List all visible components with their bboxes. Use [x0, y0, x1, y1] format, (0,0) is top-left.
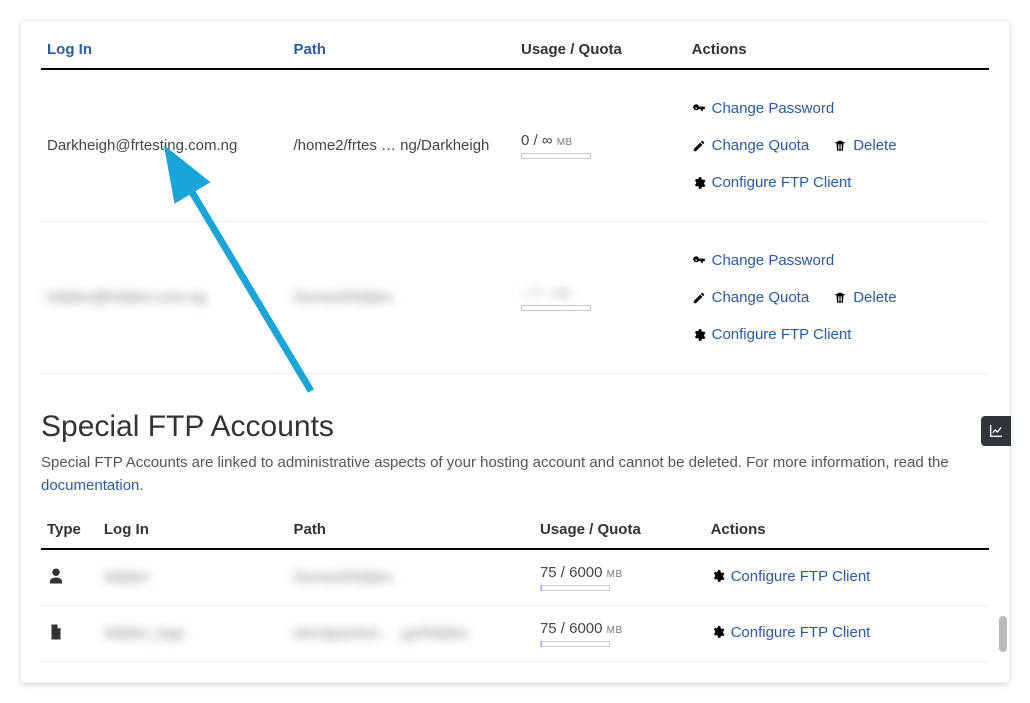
file-icon — [47, 623, 65, 641]
delete-link-label: Delete — [853, 137, 896, 154]
usage-bar — [540, 585, 610, 591]
ftp-actions-cell: Change Password Change Quota Delete Conf… — [686, 69, 989, 222]
special-section-description: Special FTP Accounts are linked to admin… — [41, 452, 989, 497]
ftp-accounts-panel: Log In Path Usage / Quota Actions Darkhe… — [20, 20, 1010, 683]
configure-ftp-link[interactable]: Configure FTP Client — [711, 624, 871, 641]
change-password-link-icon — [692, 102, 706, 116]
special-ftp-table: Type Log In Path Usage / Quota Actions h… — [41, 511, 989, 662]
special-row: hidden /home2/hidden 75 / 6000 MB Config… — [41, 549, 989, 606]
ftp-login-cell: hidden@hidden.com.ng — [41, 222, 287, 374]
configure-ftp-link[interactable]: Configure FTP Client — [692, 174, 852, 191]
special-actions-cell: Configure FTP Client — [705, 549, 989, 606]
usage-bar — [521, 305, 591, 311]
change-password-link[interactable]: Change Password — [692, 100, 835, 117]
special-row: hidden_logs /etc/apache2 … gs/hidden 75 … — [41, 606, 989, 662]
special-path-cell: /etc/apache2 … gs/hidden — [287, 606, 533, 662]
usage-text: – / – MB — [521, 284, 680, 301]
configure-ftp-link-label: Configure FTP Client — [712, 174, 852, 191]
delete-link-icon — [833, 139, 847, 153]
special-header-usage: Usage / Quota — [534, 511, 705, 549]
special-type-cell — [41, 606, 98, 662]
change-password-link-label: Change Password — [712, 100, 835, 117]
special-login-cell: hidden — [98, 549, 288, 606]
special-actions-cell: Configure FTP Client — [705, 606, 989, 662]
configure-ftp-link-label: Configure FTP Client — [731, 624, 871, 641]
delete-link[interactable]: Delete — [833, 137, 896, 154]
ftp-usage-cell: – / – MB — [515, 222, 686, 374]
special-login-cell: hidden_logs — [98, 606, 288, 662]
change-password-link-label: Change Password — [712, 252, 835, 269]
ftp-path-cell: /home2/hidden — [287, 222, 515, 374]
special-desc-text: Special FTP Accounts are linked to admin… — [41, 454, 949, 471]
delete-link[interactable]: Delete — [833, 289, 896, 306]
documentation-link[interactable]: documentation — [41, 477, 139, 494]
ftp-path-cell: /home2/frtes … ng/Darkheigh — [287, 69, 515, 222]
configure-ftp-link[interactable]: Configure FTP Client — [711, 568, 871, 585]
ftp-row: hidden@hidden.com.ng /home2/hidden – / –… — [41, 222, 989, 374]
configure-ftp-link-icon — [711, 569, 725, 583]
special-usage-cell: 75 / 6000 MB — [534, 606, 705, 662]
change-password-link[interactable]: Change Password — [692, 252, 835, 269]
special-section-title: Special FTP Accounts — [41, 410, 989, 444]
special-usage-cell: 75 / 6000 MB — [534, 549, 705, 606]
ftp-accounts-table: Log In Path Usage / Quota Actions Darkhe… — [41, 31, 989, 374]
header-actions: Actions — [686, 31, 989, 69]
special-desc-after: . — [139, 477, 143, 494]
special-header-actions: Actions — [705, 511, 989, 549]
special-header-path: Path — [287, 511, 533, 549]
ftp-login-cell: Darkheigh@frtesting.com.ng — [41, 69, 287, 222]
ftp-usage-cell: 0 / ∞ MB — [515, 69, 686, 222]
special-path-cell: /home2/hidden — [287, 549, 533, 606]
change-quota-link[interactable]: Change Quota — [692, 289, 810, 306]
change-quota-link[interactable]: Change Quota — [692, 137, 810, 154]
scrollbar[interactable] — [997, 51, 1007, 672]
configure-ftp-link-label: Configure FTP Client — [712, 326, 852, 343]
configure-ftp-link-icon — [692, 328, 706, 342]
usage-text: 75 / 6000 MB — [540, 620, 699, 637]
configure-ftp-link[interactable]: Configure FTP Client — [692, 326, 852, 343]
header-path[interactable]: Path — [287, 31, 515, 69]
change-password-link-icon — [692, 254, 706, 268]
header-usage-quota[interactable]: Usage / Quota — [515, 31, 686, 69]
configure-ftp-link-label: Configure FTP Client — [731, 568, 871, 585]
special-header-login: Log In — [98, 511, 288, 549]
person-icon — [47, 567, 65, 585]
special-header-type: Type — [41, 511, 98, 549]
header-quota[interactable]: Quota — [579, 41, 622, 58]
usage-text: 0 / ∞ MB — [521, 132, 680, 149]
usage-bar — [521, 153, 591, 159]
change-quota-link-icon — [692, 291, 706, 305]
header-login[interactable]: Log In — [41, 31, 287, 69]
change-quota-link-label: Change Quota — [712, 137, 810, 154]
change-quota-link-icon — [692, 139, 706, 153]
usage-text: 75 / 6000 MB — [540, 564, 699, 581]
header-usage[interactable]: Usage — [521, 41, 566, 58]
special-type-cell — [41, 549, 98, 606]
ftp-actions-cell: Change Password Change Quota Delete Conf… — [686, 222, 989, 374]
change-quota-link-label: Change Quota — [712, 289, 810, 306]
ftp-row: Darkheigh@frtesting.com.ng /home2/frtes … — [41, 69, 989, 222]
configure-ftp-link-icon — [711, 625, 725, 639]
configure-ftp-link-icon — [692, 176, 706, 190]
usage-bar — [540, 641, 610, 647]
delete-link-label: Delete — [853, 289, 896, 306]
delete-link-icon — [833, 291, 847, 305]
